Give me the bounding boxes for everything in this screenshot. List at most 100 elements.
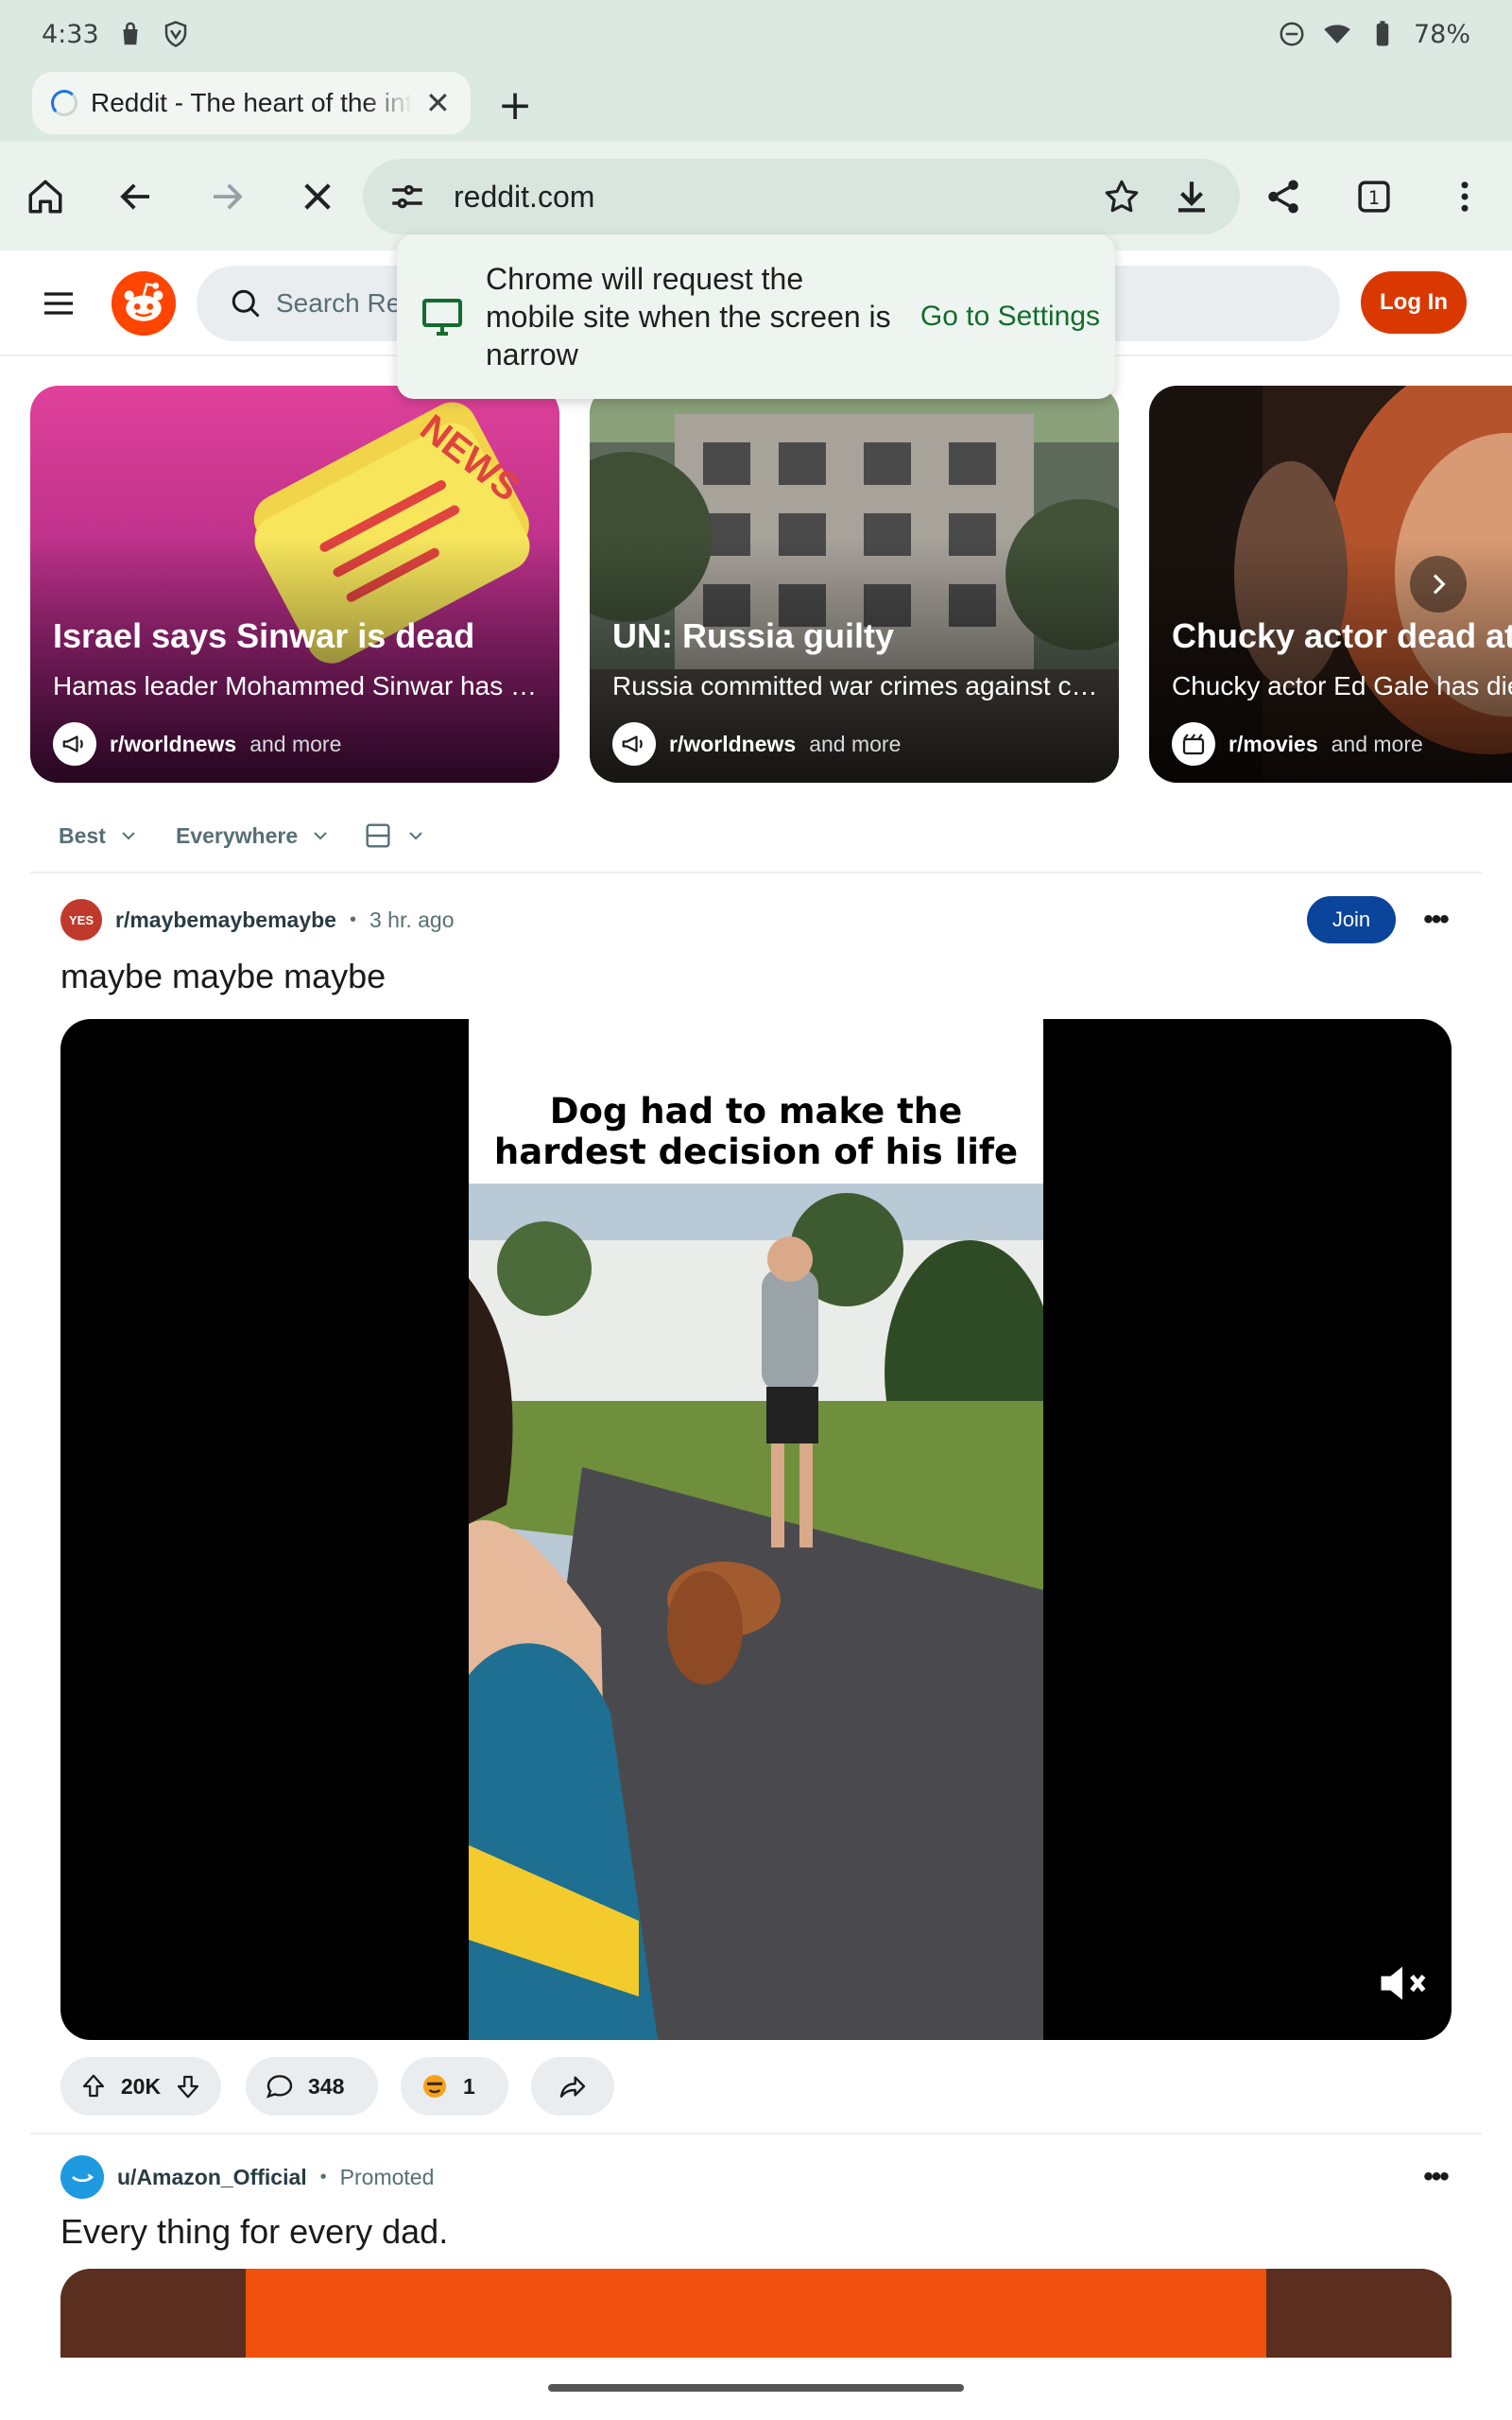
card-meta: r/worldnews and more [53,722,341,766]
amazon-avatar-icon[interactable] [60,2155,104,2199]
status-bar: 4:33 78% [0,0,1512,68]
stop-icon[interactable] [289,168,346,225]
hamburger-menu-icon[interactable] [40,285,77,322]
trending-carousel: NEWS Israel says Sinwar is dead Hamas le… [30,386,1512,783]
card-and-more: and more [1331,731,1423,756]
feed-sort-bar: Best Everywhere [30,802,1482,873]
loading-spinner-icon [51,90,77,116]
share-icon[interactable] [1255,168,1312,225]
promoted-user[interactable]: u/Amazon_Official [117,2165,307,2190]
tab-count-icon: 1 [1358,181,1390,213]
browser-tab[interactable]: Reddit - The heart of the internet ✕ [32,72,471,134]
award-button[interactable]: 1 [401,2057,508,2116]
desktop-monitor-icon [422,299,462,336]
sort-everywhere-label: Everywhere [176,822,299,848]
subreddit-avatar[interactable]: YES [60,899,102,941]
post-divider [30,2133,1482,2135]
overflow-menu-icon[interactable] [1436,168,1493,225]
mute-icon[interactable] [1374,1955,1431,2012]
post-meta: YES r/maybemaybemaybe • 3 hr. ago [60,898,455,942]
vote-count: 20K [120,2073,162,2099]
sort-best-dropdown[interactable]: Best [59,811,140,860]
shield-icon [162,20,190,48]
battery-icon [1368,20,1397,48]
battery-level: 78% [1413,19,1470,49]
promoted-label: Promoted [339,2164,435,2189]
post-title[interactable]: maybe maybe maybe [60,957,386,996]
post-more-options-icon[interactable]: ••• [1414,898,1457,942]
card-description: Russia committed war crimes against c… [612,671,1098,700]
chrome-mobile-site-tooltip: Chrome will request the mobile site when… [397,234,1115,399]
award-count: 1 [463,2073,475,2099]
tab-close-icon[interactable]: ✕ [425,88,451,118]
megaphone-icon [53,722,96,766]
trending-card[interactable]: UN: Russia guilty Russia committed war c… [590,386,1119,783]
comments-button[interactable]: 348 [246,2057,378,2116]
status-left: 4:33 [42,20,190,49]
card-subreddit[interactable]: r/worldnews [110,732,236,757]
video-caption-line-2: hardest decision of his life [493,1132,1019,1172]
carousel-next-button[interactable] [1410,556,1467,613]
comment-count: 348 [308,2073,345,2099]
wifi-icon [1323,20,1351,48]
card-title: Israel says Sinwar is dead [53,616,475,655]
gesture-navigation-bar[interactable] [548,2384,964,2392]
new-tab-button[interactable]: + [491,81,539,130]
share-arrow-icon [559,2076,586,2098]
post-time: 3 hr. ago [369,907,455,932]
post-subreddit[interactable]: r/maybemaybemaybe [115,908,336,933]
video-frame: Dog had to make the hardest decision of … [469,1019,1043,2040]
go-to-settings-link[interactable]: Go to Settings [920,301,1100,333]
tab-switcher-button[interactable]: 1 [1346,168,1402,225]
svg-text:1: 1 [1368,187,1380,209]
home-icon[interactable] [17,168,74,225]
status-time: 4:33 [42,19,99,49]
card-title: UN: Russia guilty [612,616,895,655]
card-layout-icon [366,823,390,848]
chevron-down-icon [122,832,135,840]
video-caption: Dog had to make the hardest decision of … [469,1091,1043,1172]
dnd-icon [1278,20,1306,48]
view-layout-dropdown[interactable] [363,811,427,860]
card-title: Chucky actor dead at 71 [1172,616,1512,655]
chevron-down-icon [314,832,327,840]
card-subreddit[interactable]: r/movies [1228,732,1318,757]
address-bar[interactable]: reddit.com [363,159,1240,234]
promoted-media[interactable] [60,2269,1452,2358]
movies-avatar-icon [1172,722,1215,766]
video-caption-line-1: Dog had to make the [549,1091,963,1132]
url-text[interactable]: reddit.com [454,180,594,215]
chevron-right-icon [1433,574,1446,595]
comment-icon [266,2075,293,2099]
promoted-more-options-icon[interactable]: ••• [1414,2155,1457,2199]
log-in-button[interactable]: Log In [1361,271,1467,334]
post-video-player[interactable]: Dog had to make the hardest decision of … [60,1019,1452,2040]
forward-icon[interactable] [198,168,255,225]
vote-control: 20K [60,2057,221,2116]
star-icon[interactable] [1102,177,1142,216]
trending-card[interactable]: NEWS Israel says Sinwar is dead Hamas le… [30,386,559,783]
search-icon [232,289,260,318]
promoted-title[interactable]: Every thing for every dad. [60,2212,448,2252]
back-icon[interactable] [108,168,164,225]
megaphone-icon [612,722,656,766]
chevron-down-icon [409,832,422,840]
video-scene [469,1184,1043,2040]
card-and-more: and more [809,731,902,756]
downvote-icon[interactable] [174,2071,202,2101]
sort-best-label: Best [59,822,106,848]
join-button[interactable]: Join [1307,896,1396,943]
tab-strip: Reddit - The heart of the internet ✕ + [0,68,1512,142]
card-subreddit[interactable]: r/worldnews [669,732,796,757]
download-icon[interactable] [1172,177,1211,216]
card-description: Hamas leader Mohammed Sinwar has … [53,671,537,700]
sort-everywhere-dropdown[interactable]: Everywhere [176,811,332,860]
upvote-icon[interactable] [79,2071,108,2101]
site-settings-icon[interactable] [387,177,427,216]
card-and-more: and more [249,731,342,756]
meta-separator: • [319,2166,327,2187]
tooltip-message: Chrome will request the mobile site when… [486,262,891,372]
meta-separator: • [349,908,356,930]
reddit-logo[interactable] [112,271,176,336]
share-button[interactable] [531,2057,614,2116]
